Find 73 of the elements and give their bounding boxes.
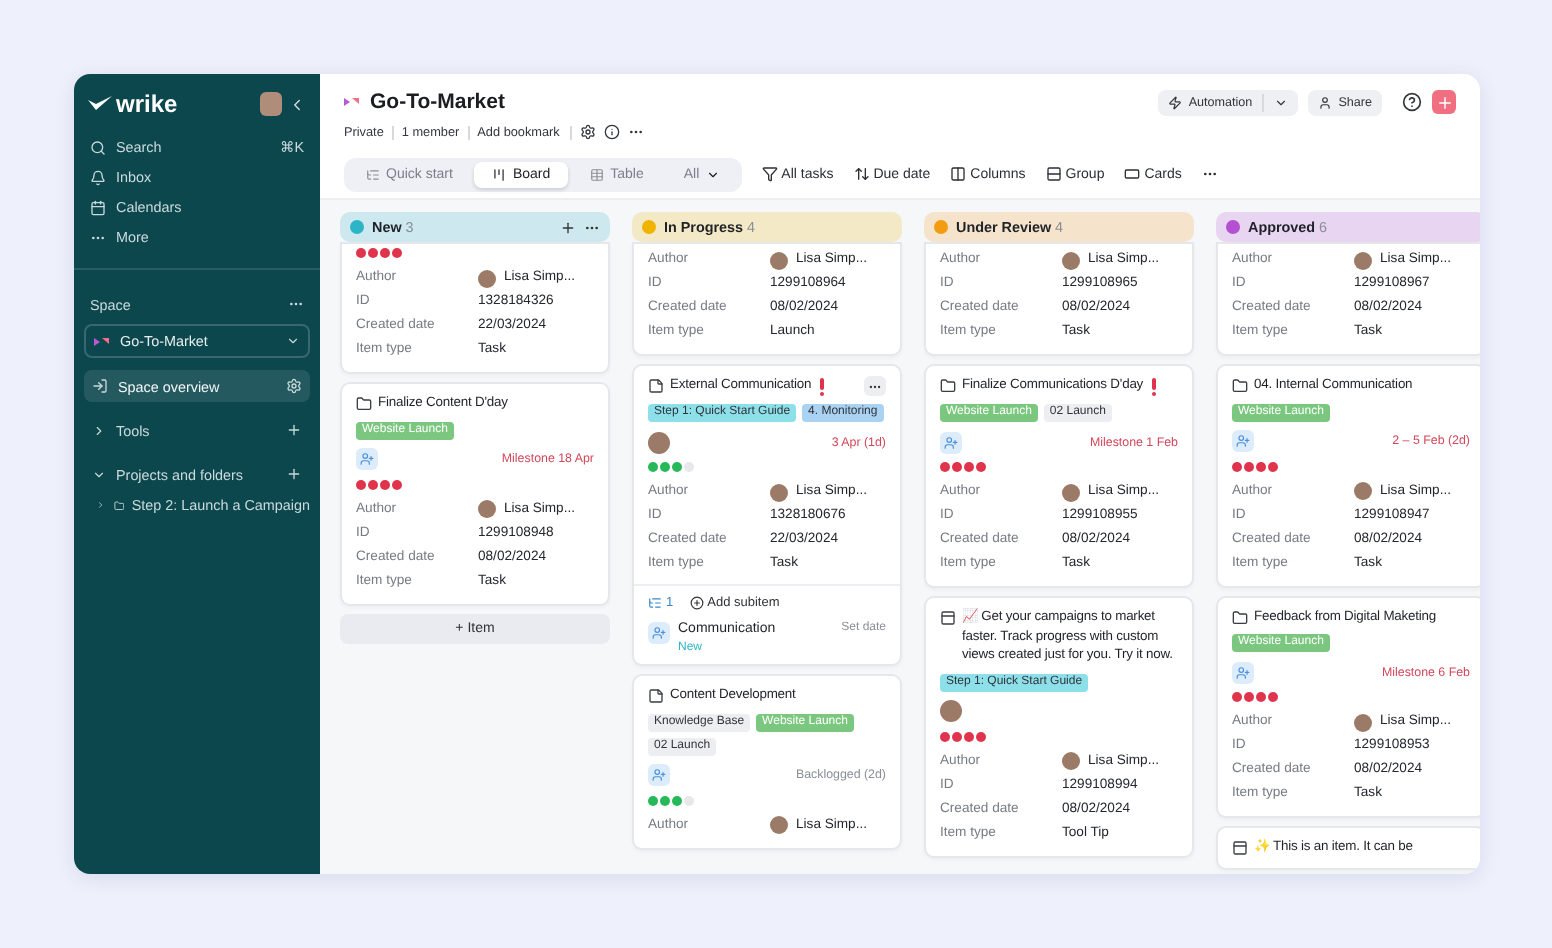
- user-icon: [1318, 95, 1333, 109]
- chevron-icon: [1274, 95, 1289, 109]
- board-icon: [492, 167, 507, 181]
- add-assignee-button[interactable]: [356, 448, 378, 470]
- user-plus-icon: [1236, 434, 1250, 448]
- task-card[interactable]: [924, 596, 1194, 857]
- chevron-icon: [286, 334, 300, 348]
- priority-dots: [356, 479, 402, 489]
- user-plus-icon: [652, 626, 666, 640]
- add-button[interactable]: [1432, 90, 1456, 114]
- priority-dots: [940, 731, 986, 741]
- settings-icon[interactable]: [579, 124, 596, 140]
- note-icon: [648, 378, 664, 394]
- subitems-icon: [648, 596, 662, 610]
- priority-dots: [1232, 461, 1278, 471]
- user-plus-icon: [1236, 665, 1250, 679]
- add-icon[interactable]: [286, 466, 302, 482]
- priority-dots: [356, 248, 402, 258]
- avatar: [1062, 251, 1080, 269]
- avatar: [1062, 483, 1080, 501]
- add-icon[interactable]: [286, 422, 302, 438]
- avatar: [770, 251, 788, 269]
- note-icon: [648, 688, 664, 704]
- priority-dots: [1232, 692, 1278, 702]
- panel-icon: [940, 610, 956, 626]
- logo: wrike: [88, 90, 178, 118]
- filter-icon: [761, 166, 778, 182]
- avatar: [770, 483, 788, 501]
- user-plus-icon: [360, 452, 374, 466]
- avatar: [478, 269, 496, 287]
- add-assignee-button[interactable]: [940, 431, 962, 453]
- panel-icon: [1232, 840, 1248, 856]
- columns-icon: [950, 166, 967, 182]
- enter-icon: [92, 378, 108, 394]
- avatar: [1354, 251, 1372, 269]
- plus-icon: [1435, 93, 1453, 111]
- space-icon: [94, 335, 110, 347]
- folder-icon: [356, 396, 372, 412]
- user-plus-icon: [652, 768, 666, 782]
- bell-icon: [90, 169, 106, 185]
- rows-icon: [1045, 166, 1062, 182]
- help-icon[interactable]: [1402, 92, 1422, 112]
- card-icon: [1124, 166, 1141, 182]
- add-assignee-button[interactable]: [1232, 430, 1254, 452]
- add-icon[interactable]: [560, 219, 576, 235]
- add-assignee-button[interactable]: [648, 622, 670, 644]
- priority-dots: [940, 462, 986, 472]
- calendar-icon: [90, 199, 106, 215]
- avatar: [1062, 752, 1080, 770]
- search-icon: [90, 139, 106, 155]
- avatar: [770, 816, 788, 834]
- avatar: [478, 500, 496, 518]
- table-icon: [590, 167, 605, 181]
- chevron-icon: [705, 167, 720, 181]
- avatar[interactable]: [260, 92, 282, 116]
- folder-icon: [1232, 378, 1248, 394]
- user-plus-icon: [944, 435, 958, 449]
- folder-icon: [940, 378, 956, 394]
- folder-icon: [113, 497, 124, 513]
- avatar: [1354, 482, 1372, 500]
- more-button[interactable]: [864, 376, 886, 396]
- add-assignee-button[interactable]: [648, 764, 670, 786]
- collapse-icon[interactable]: [288, 95, 306, 113]
- page-title: Go-To-Market: [370, 90, 505, 114]
- list-icon: [366, 167, 380, 181]
- add-icon: [689, 596, 704, 610]
- space-icon: [344, 96, 360, 108]
- avatar: [1354, 713, 1372, 731]
- lightning-icon: [1168, 95, 1183, 109]
- add-assignee-button[interactable]: [1232, 661, 1254, 683]
- info-icon[interactable]: [603, 124, 620, 140]
- sort-icon: [853, 166, 870, 182]
- folder-icon: [1232, 609, 1248, 625]
